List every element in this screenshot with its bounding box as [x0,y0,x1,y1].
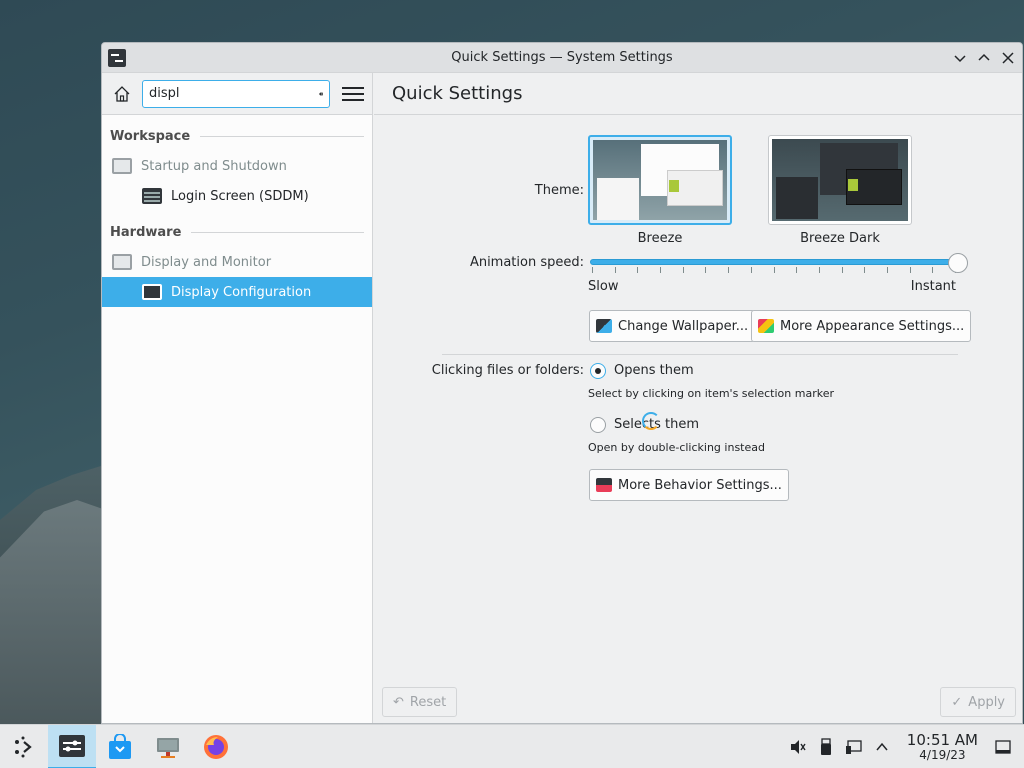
opens-them-radio[interactable] [590,363,606,379]
title-bar[interactable]: Quick Settings — System Settings [102,43,1022,73]
clock-date: 4/19/23 [919,747,966,762]
login-screen-icon [142,188,162,204]
sidebar-item-display-monitor[interactable]: Display and Monitor [102,247,372,277]
sidebar-item-startup-shutdown[interactable]: Startup and Shutdown [102,151,372,181]
checkmark-icon: ✓ [951,694,963,710]
opens-them-label[interactable]: Opens them [614,363,694,378]
home-button[interactable] [110,82,134,106]
sidebar-item-display-configuration[interactable]: Display Configuration [102,277,372,307]
slider-max-label: Instant [910,279,956,294]
selects-them-radio[interactable] [590,417,606,433]
chevron-down-icon [954,55,966,63]
slider-min-label: Slow [588,279,619,294]
home-icon [114,85,130,102]
group-header-workspace: Workspace [102,121,372,151]
system-settings-icon [59,734,85,757]
taskbar-discover[interactable] [96,725,144,768]
opens-them-hint: Select by clicking on item's selection m… [588,387,834,400]
breeze-dark-preview [772,139,908,221]
volume-muted-icon[interactable] [789,738,807,756]
animation-speed-slider-handle[interactable] [948,253,968,273]
search-field[interactable] [142,79,330,108]
system-tray: 10:51 AM 4/19/23 [789,725,1024,768]
application-launcher-button[interactable] [0,725,48,768]
taskbar-system-settings[interactable] [48,724,96,768]
close-icon [1002,52,1014,64]
file-manager-icon [157,737,179,758]
more-appearance-settings-button[interactable]: More Appearance Settings... [751,310,972,342]
loading-spinner-icon [642,412,660,430]
page-title: Quick Settings [374,73,1022,115]
theme-name-breeze-dark: Breeze Dark [800,231,880,246]
minimize-button[interactable] [950,48,970,68]
animation-speed-label: Animation speed: [469,255,584,270]
chevron-up-icon[interactable] [873,738,891,756]
shopping-bag-icon [109,733,131,759]
system-settings-icon[interactable] [108,49,126,67]
close-button[interactable] [998,48,1018,68]
display-icon [112,254,132,270]
group-header-hardware: Hardware [102,217,372,247]
usb-device-icon[interactable] [817,738,835,756]
slider-ticks [592,267,956,273]
clock-time: 10:51 AM [906,730,978,749]
network-wired-icon[interactable] [845,738,863,756]
selects-them-hint: Open by double-clicking instead [588,441,765,454]
digital-clock[interactable]: 10:51 AM 4/19/23 [906,730,978,762]
theme-label: Theme: [534,183,584,198]
show-desktop-icon[interactable] [994,738,1012,756]
main-panel: Quick Settings Theme: Breeze Breeze Dark… [374,73,1022,723]
maximize-button[interactable] [974,48,994,68]
search-input[interactable] [149,86,319,101]
reset-button[interactable]: ↶ Reset [382,687,458,717]
undo-icon: ↶ [393,694,404,710]
wallpaper-icon [596,319,612,333]
monitor-icon [112,158,132,174]
sidebar: Workspace Startup and Shutdown Login Scr… [102,73,373,723]
display-configuration-icon [142,284,162,300]
taskbar-dolphin[interactable] [144,725,192,768]
sidebar-item-login-screen[interactable]: Login Screen (SDDM) [102,181,372,211]
system-settings-window: Quick Settings — System Settings displ W… [101,42,1023,724]
window-title: Quick Settings — System Settings [451,50,673,65]
firefox-icon [204,734,228,759]
taskbar: 10:51 AM 4/19/23 [0,724,1024,768]
more-behavior-settings-button[interactable]: More Behavior Settings... [589,469,789,501]
chevron-up-icon [978,53,990,61]
clear-search-icon[interactable] [319,87,323,101]
taskbar-firefox[interactable] [192,725,240,768]
clicking-files-label: Clicking files or folders: [431,363,584,378]
change-wallpaper-button[interactable]: Change Wallpaper... [589,310,756,342]
animation-speed-slider[interactable] [590,259,958,265]
hamburger-menu-icon[interactable] [342,83,364,105]
appearance-icon [758,319,774,333]
theme-card-breeze-dark[interactable] [768,135,912,225]
kde-launcher-icon [15,736,32,757]
theme-name-breeze: Breeze [637,231,683,246]
apply-button[interactable]: ✓ Apply [940,687,1016,717]
section-separator [442,354,958,355]
behavior-icon [596,478,612,492]
theme-card-breeze[interactable] [588,135,732,225]
breeze-preview [593,140,727,220]
